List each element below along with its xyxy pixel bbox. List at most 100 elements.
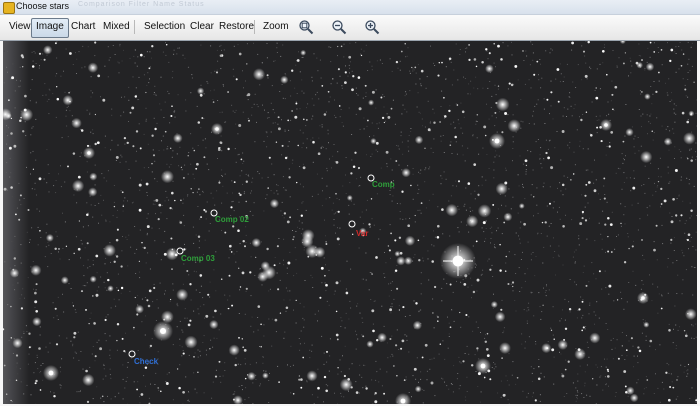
faint-star [292,238,294,241]
sky-noise [419,78,421,80]
sky-noise [686,332,688,334]
sky-noise [667,292,669,294]
sky-noise [360,176,362,178]
sky-noise [657,312,659,314]
sky-noise [119,161,121,163]
clear-button[interactable]: Clear [186,18,218,36]
faint-star [383,121,386,124]
sky-noise [455,103,457,105]
faint-star [670,238,673,242]
sky-noise [47,241,49,243]
zoom-in-icon[interactable] [364,19,380,35]
sky-noise [374,300,376,302]
sky-noise [251,316,253,318]
mixed-tab-button[interactable]: Mixed [99,18,134,36]
sky-noise [48,244,50,246]
star-field-image[interactable]: Comp Comp 02 Comp 03 Var Check [3,41,697,404]
sky-noise [496,230,497,232]
faint-star [207,293,210,296]
sky-noise [691,42,693,44]
sky-noise [582,299,584,301]
sky-noise [427,250,429,252]
sky-noise [511,374,513,376]
faint-star [624,385,627,388]
faint-star [649,41,652,44]
faint-star [146,299,149,302]
sky-noise [168,372,170,374]
sky-noise [262,104,263,106]
sky-noise [239,289,241,291]
sky-noise [476,121,478,122]
sky-noise [553,383,555,385]
faint-star [387,245,390,247]
selection-button[interactable]: Selection [140,18,189,36]
sky-noise [685,220,687,222]
sky-noise [523,60,525,61]
sky-noise [271,85,273,87]
sky-noise [23,393,25,395]
sky-noise [556,131,558,132]
sky-noise [401,169,403,171]
sky-noise [383,325,385,327]
sky-noise [334,99,335,101]
faint-star [693,81,695,83]
sky-noise [266,57,268,59]
sky-noise [216,49,218,51]
sky-noise [516,104,518,106]
sky-noise [124,387,126,389]
sky-noise [607,101,609,103]
sky-noise [39,334,41,336]
sky-noise [218,329,220,331]
faint-star [395,160,398,162]
sky-noise [19,80,21,82]
sky-noise [92,92,94,94]
sky-noise [504,195,506,197]
sky-noise [111,114,113,116]
sky-noise [474,198,476,200]
faint-star [622,140,625,143]
sky-noise [166,373,168,375]
sky-noise [244,358,246,360]
faint-star [544,221,547,224]
zoom-out-icon[interactable] [331,19,347,35]
star-field-canvas[interactable] [3,41,697,404]
sky-noise [638,43,640,45]
sky-noise [208,169,210,171]
sky-noise [335,232,336,234]
sky-noise [642,254,644,256]
sky-noise [468,83,470,85]
sky-noise [514,300,516,301]
sky-noise [605,366,607,368]
sky-noise [401,141,403,143]
sky-noise [540,163,542,165]
sky-noise [155,94,157,96]
sky-noise [6,133,8,135]
sky-noise [221,230,222,231]
sky-noise [399,211,401,212]
sky-noise [216,69,218,71]
sky-noise [80,351,82,352]
sky-noise [37,244,39,246]
sky-noise [313,104,315,106]
zoom-fit-icon[interactable] [298,19,314,35]
star-glow [688,110,695,117]
sky-noise [251,114,253,116]
sky-noise [453,320,455,322]
sky-noise [353,203,355,205]
image-tab-button[interactable]: Image [31,18,69,38]
sky-noise [612,338,614,339]
sky-noise [545,139,547,141]
sky-noise [87,46,89,48]
faint-star [351,88,354,92]
restore-button[interactable]: Restore [215,18,258,36]
faint-star [603,177,606,180]
sky-noise [432,193,434,195]
star-glow [377,332,387,343]
sky-noise [157,307,159,309]
faint-star [227,91,230,93]
faint-star [365,387,368,390]
chart-tab-button[interactable]: Chart [67,18,99,36]
sky-noise [539,306,541,308]
star-glow [269,198,280,209]
sky-noise [383,106,385,108]
